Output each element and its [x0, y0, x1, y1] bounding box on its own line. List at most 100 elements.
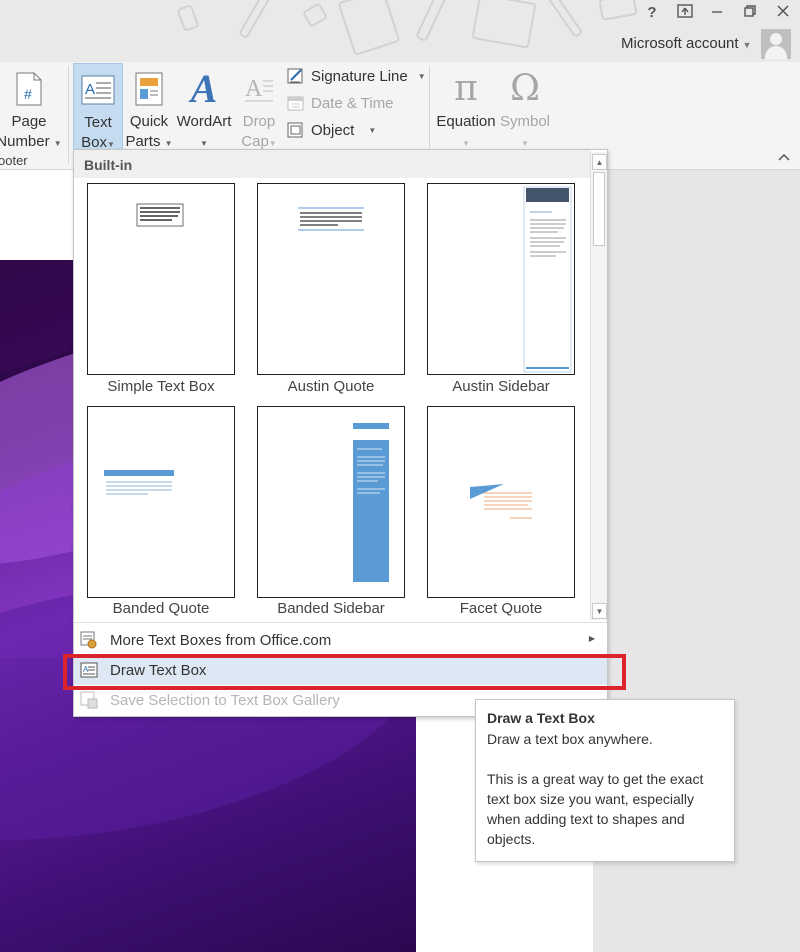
omega-icon: Ω — [510, 68, 540, 109]
scroll-thumb[interactable] — [593, 172, 605, 246]
date-time-label: Date & Time — [311, 94, 394, 112]
text-box-gallery: Built-in ▲ ▼ Simple Text Box Austin Quot… — [73, 149, 608, 717]
close-icon — [777, 5, 789, 17]
tile-label: Banded Quote — [112, 600, 210, 617]
banded-quote-preview — [104, 470, 174, 495]
chevron-down-icon: ▼ — [106, 140, 115, 149]
drop-cap-button[interactable]: A Drop Cap▼ — [236, 66, 282, 154]
tile-label: Facet Quote — [459, 600, 543, 617]
wordart-label: WordArt — [176, 113, 232, 130]
title-bar: ? Microsoft account ▼ — [0, 0, 800, 62]
austin-quote-preview — [298, 207, 364, 231]
drop-cap-line1: Drop — [242, 113, 276, 130]
tooltip: Draw a Text Box Draw a text box anywhere… — [475, 699, 735, 862]
chevron-down-icon: ▼ — [742, 40, 752, 50]
more-text-boxes-label: More Text Boxes from Office.com — [110, 631, 332, 649]
page-number-icon: # — [0, 66, 62, 112]
text-box-icon: A — [74, 67, 122, 113]
save-selection-label: Save Selection to Text Box Gallery — [110, 691, 340, 709]
object-button[interactable]: Object ▼ — [287, 121, 376, 139]
menu-divider — [74, 622, 607, 623]
wordart-button[interactable]: A WordArt ▼ — [174, 66, 234, 154]
decor-doodle — [546, 0, 584, 39]
chevron-down-icon: ▼ — [268, 139, 277, 148]
calendar-icon — [287, 96, 304, 111]
tile-label: Simple Text Box — [107, 378, 215, 395]
quick-parts-button[interactable]: Quick Parts ▼ — [124, 66, 174, 154]
restore-icon — [744, 5, 756, 17]
scroll-up-button[interactable]: ▲ — [592, 154, 607, 170]
tooltip-title: Draw a Text Box — [487, 710, 595, 726]
page-number-button[interactable]: # Page Number ▼ — [0, 66, 62, 154]
gallery-tile-austin-sidebar[interactable] — [427, 183, 575, 375]
decor-doodle — [414, 0, 448, 43]
simple-text-box-preview — [136, 203, 184, 227]
chevron-down-icon: ▼ — [521, 139, 529, 148]
tile-label: Banded Sidebar — [277, 600, 385, 617]
chevron-down-icon: ▼ — [53, 139, 62, 148]
tile-label: Austin Quote — [287, 378, 375, 395]
more-text-boxes-icon — [80, 631, 97, 649]
object-label: Object — [311, 121, 355, 139]
svg-text:#: # — [24, 86, 32, 102]
page-number-line2: Number — [0, 133, 50, 150]
text-box-line1: Text — [84, 114, 112, 131]
scroll-down-button[interactable]: ▼ — [592, 603, 607, 619]
maximize-button[interactable] — [738, 4, 762, 23]
help-button[interactable]: ? — [640, 4, 664, 21]
gallery-tile-simple-text-box[interactable] — [87, 183, 235, 375]
decor-doodle — [598, 0, 638, 21]
chevron-right-icon: ▶ — [588, 634, 595, 643]
quick-parts-line2: Parts — [125, 133, 161, 150]
page-number-line1: Page — [11, 113, 47, 130]
account-menu[interactable]: Microsoft account ▼ — [621, 35, 751, 52]
tooltip-line2: This is a great way to get the exact tex… — [487, 771, 704, 847]
svg-text:A: A — [245, 76, 263, 102]
tooltip-line1: Draw a text box anywhere. — [487, 731, 653, 747]
chevron-down-icon: ▼ — [368, 125, 377, 135]
decor-doodle — [176, 3, 200, 33]
avatar-body — [765, 46, 787, 59]
chevron-up-icon — [778, 153, 790, 161]
chevron-down-icon: ▼ — [462, 139, 470, 148]
more-text-boxes-menu-item[interactable]: More Text Boxes from Office.com ▶ — [74, 625, 607, 655]
decor-doodle — [471, 0, 537, 49]
pi-icon: π — [454, 68, 478, 109]
wordart-icon: A — [190, 66, 218, 111]
minimize-button[interactable] — [705, 4, 729, 23]
gallery-header: Built-in — [74, 150, 591, 178]
close-button[interactable] — [771, 4, 795, 23]
ribbon-display-options-button[interactable] — [673, 4, 697, 23]
decor-doodle — [238, 0, 272, 40]
signature-line-label: Signature Line — [311, 67, 408, 85]
group-divider — [68, 66, 69, 164]
date-time-button[interactable]: Date & Time — [287, 94, 394, 112]
text-box-button[interactable]: A Text Box▼ — [73, 63, 123, 151]
facet-quote-preview — [470, 484, 532, 519]
chevron-down-icon: ▼ — [417, 71, 426, 81]
svg-text:A: A — [85, 81, 95, 98]
gallery-tile-banded-quote[interactable] — [87, 406, 235, 598]
gallery-tile-austin-quote[interactable] — [257, 183, 405, 375]
gallery-scrollbar[interactable]: ▲ ▼ — [590, 152, 607, 620]
tile-label: Austin Sidebar — [452, 378, 550, 395]
highlight-annotation — [63, 654, 626, 690]
equation-button[interactable]: π Equation ▼ — [434, 66, 498, 154]
signature-line-button[interactable]: Signature Line ▼ — [287, 67, 426, 85]
quick-parts-line1: Quick — [129, 113, 169, 130]
avatar[interactable] — [761, 29, 791, 59]
account-name: Microsoft account — [621, 35, 739, 52]
ribbon-display-icon — [677, 4, 693, 18]
gallery-tile-banded-sidebar[interactable] — [257, 406, 405, 598]
decor-doodle — [301, 2, 329, 28]
group-label-header-footer: ooter — [0, 153, 28, 168]
symbol-button[interactable]: Ω Symbol ▼ — [498, 66, 552, 154]
gallery-tile-facet-quote[interactable] — [427, 406, 575, 598]
chevron-down-icon: ▼ — [200, 139, 208, 148]
chevron-down-icon: ▼ — [164, 139, 173, 148]
austin-sidebar-preview — [523, 186, 572, 373]
drop-cap-line2: Cap — [241, 133, 269, 150]
symbol-label: Symbol — [499, 113, 551, 130]
collapse-ribbon-button[interactable] — [778, 150, 790, 164]
equation-label: Equation — [436, 113, 496, 130]
